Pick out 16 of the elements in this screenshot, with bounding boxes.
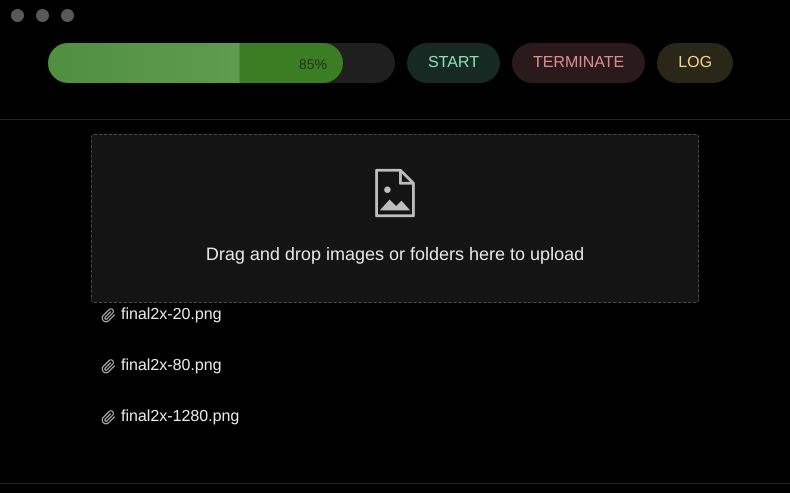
progress-reading: 85% (298, 54, 327, 74)
drop-zone-text: Drag and drop images or folders here to upload (206, 243, 584, 266)
image-file-icon (373, 167, 417, 219)
window-control-icon[interactable] (61, 9, 74, 22)
drop-zone[interactable]: Drag and drop images or folders here to upload (91, 134, 699, 303)
terminate-button[interactable]: TERMINATE (512, 42, 646, 82)
start-button[interactable]: START (407, 42, 500, 82)
paperclip-icon (101, 308, 116, 322)
paperclip-icon (101, 410, 116, 424)
paperclip-icon (101, 358, 116, 374)
log-button[interactable]: LOG (657, 42, 734, 82)
window-control-icon[interactable] (11, 9, 24, 22)
file-name: final2x-80.png (121, 356, 222, 376)
file-name: final2x-1280.png (121, 407, 240, 427)
file-name: final2x-20.png (121, 305, 222, 325)
window-control-icon[interactable] (36, 9, 49, 22)
